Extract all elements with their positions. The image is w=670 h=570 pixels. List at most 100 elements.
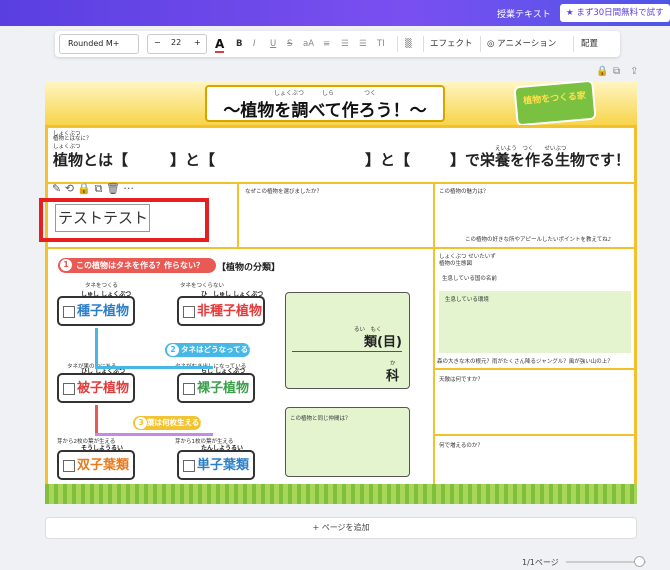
q2-text: タネはどうなってる？ xyxy=(181,345,256,354)
font-size-increase-button[interactable]: + xyxy=(194,38,201,47)
q3-num: 3 xyxy=(135,417,147,429)
place-name-label: 生息している国の名前 xyxy=(442,276,497,282)
divider xyxy=(397,36,398,52)
underline-button[interactable]: U xyxy=(270,31,276,57)
dicot-label: 双子葉類 xyxy=(77,458,130,473)
spacing-button[interactable]: ☰ xyxy=(359,31,367,57)
frame-line xyxy=(435,368,635,370)
eco-title: 植物の生態図 xyxy=(439,261,473,267)
place-env-label: 生息している環境 xyxy=(445,297,489,303)
makes-seed-label: タネをつくる xyxy=(85,283,118,289)
seed-plant-card[interactable]: しゅし しょくぶつ 種子植物 xyxy=(57,291,135,326)
classification-label: 【植物の分類】 xyxy=(217,263,281,273)
frame-line xyxy=(435,434,635,436)
charm-hint: この植物の好きな所やアピールしたいポイントを教えてね♪ xyxy=(465,237,612,243)
page-indicator: 1/1ページ xyxy=(522,558,559,567)
nonseed-plant-label: 非種子植物 xyxy=(197,304,263,319)
ka-label: 科 xyxy=(386,369,400,384)
dicot-card[interactable]: そうしようるい 双子葉類 xyxy=(57,445,135,480)
dicot-ruby: そうしようるい xyxy=(81,445,124,452)
question-2-pill: 2 タネはどうなってる？ xyxy=(165,343,256,357)
free-trial-button[interactable]: ★ まず30日間無料で試す xyxy=(560,4,670,22)
same-group-box[interactable]: この植物と同じ仲間は？ xyxy=(285,407,410,477)
question-1-pill: 1 この植物はタネを作る？作らない？ xyxy=(58,258,216,273)
divider xyxy=(573,36,574,52)
connector xyxy=(95,433,213,436)
monocot-label: 単子葉類 xyxy=(197,458,250,473)
font-size-decrease-button[interactable]: − xyxy=(154,38,161,47)
font-select[interactable]: Rounded M+ xyxy=(59,34,139,54)
q-intro: 植物とはなに？ xyxy=(53,136,92,142)
seed-plant-label: 種子植物 xyxy=(77,304,130,319)
family-label: 類(目) xyxy=(364,335,402,350)
strikethrough-button[interactable]: S xyxy=(287,31,292,57)
no-seed-label: タネをつくらない xyxy=(180,283,225,289)
defn-mid2: 】と【 xyxy=(365,151,411,169)
list-button[interactable]: ☰ xyxy=(341,31,349,57)
gymno-label: 裸子植物 xyxy=(197,381,250,396)
question-3-pill: 3 葉は何枚生える？ xyxy=(133,416,207,430)
transparency-button[interactable]: ▒ xyxy=(405,31,412,57)
design-canvas[interactable]: しょくぶつ しら つく 〜植物を調べて作ろう！〜 植物をつくる家 しょくぶつ 植… xyxy=(45,81,637,504)
dicot-checkbox[interactable] xyxy=(63,460,75,472)
connector xyxy=(95,405,98,435)
frame-line xyxy=(45,125,637,128)
forest-question: 森の大きな木の根元？雨がたくさん降るジャングル？風が強い山の上？ xyxy=(437,359,613,365)
frame-line xyxy=(45,247,637,249)
grass-decoration xyxy=(45,484,637,504)
monocot-ruby: たんしようるい xyxy=(201,445,244,452)
copy-icon[interactable]: ⧉ xyxy=(613,66,620,77)
top-bar: 授業テキスト ★ まず30日間無料で試す xyxy=(0,0,670,26)
nonseed-plant-checkbox[interactable] xyxy=(183,306,195,318)
font-color-button[interactable]: A xyxy=(215,35,225,53)
print-text-link[interactable]: 授業テキスト xyxy=(497,7,551,20)
seed-plant-checkbox[interactable] xyxy=(63,306,75,318)
monocot-checkbox[interactable] xyxy=(183,460,195,472)
q1-num: 1 xyxy=(60,259,72,271)
lock-icon[interactable]: 🔒 xyxy=(596,66,608,77)
divider xyxy=(480,36,481,52)
element-toolbar[interactable]: ✎ ⟲ 🔒 ⧉ 🗑 ··· xyxy=(52,182,134,196)
bold-button[interactable]: B xyxy=(236,31,242,57)
defn-prefix: 植物とは【 xyxy=(53,151,129,169)
font-size-stepper[interactable]: − 22 + xyxy=(147,34,207,54)
divider xyxy=(423,36,424,52)
frame-line xyxy=(433,182,435,504)
defn-mid1: 】と【 xyxy=(170,151,216,169)
add-page-button[interactable]: + ページを追加 xyxy=(45,517,637,539)
italic-button[interactable]: I xyxy=(253,31,256,57)
vertical-text-button[interactable]: TI xyxy=(377,31,385,57)
angio-card[interactable]: ひし しょくぶつ 被子植物 xyxy=(57,368,135,403)
divider xyxy=(292,351,402,352)
q1-text: この植物はタネを作る？作らない？ xyxy=(76,261,204,270)
angio-checkbox[interactable] xyxy=(63,383,75,395)
monocot-card[interactable]: たんしようるい 単子葉類 xyxy=(177,445,255,480)
zoom-slider-knob[interactable] xyxy=(634,556,645,567)
position-button[interactable]: 配置 xyxy=(581,31,598,57)
share-icon[interactable]: ⇪ xyxy=(630,66,638,77)
align-button[interactable]: ≡ xyxy=(323,31,330,57)
connector xyxy=(95,328,98,368)
family-box[interactable]: るい もく 類(目) か 科 xyxy=(285,292,410,389)
gymno-card[interactable]: らし しょくぶつ 裸子植物 xyxy=(177,368,255,403)
font-size-value[interactable]: 22 xyxy=(171,38,181,47)
charm-label: この植物の魅力は？ xyxy=(439,189,489,195)
connector xyxy=(95,366,213,369)
food-label: 何で増えるのか？ xyxy=(439,443,483,449)
enemy-label: 天敵は何ですか？ xyxy=(439,377,484,383)
animation-button[interactable]: ◎ アニメーション xyxy=(487,31,556,57)
title-box[interactable]: しょくぶつ しら つく 〜植物を調べて作ろう！〜 xyxy=(205,85,445,122)
why-chose-label: なぜこの植物を選びましたか？ xyxy=(245,189,323,195)
place-env-box[interactable]: 生息している環境 xyxy=(439,291,631,353)
nonseed-plant-card[interactable]: ひ しゅし しょくぶつ 非種子植物 xyxy=(177,291,265,326)
case-button[interactable]: aA xyxy=(303,31,314,57)
defn-suffix: 】で栄養を作る生物です！ xyxy=(450,151,631,169)
highlight-box xyxy=(39,198,209,242)
angio-label: 被子植物 xyxy=(77,381,130,396)
page-title: 〜植物を調べて作ろう！〜 xyxy=(223,101,427,121)
defn-suffix-ruby: えいよう つく せいぶつ xyxy=(495,146,567,152)
frame-line xyxy=(237,182,239,247)
effect-button[interactable]: エフェクト xyxy=(430,31,473,57)
nonseed-plant-ruby: ひ しゅし しょくぶつ xyxy=(201,291,264,298)
gymno-checkbox[interactable] xyxy=(183,383,195,395)
